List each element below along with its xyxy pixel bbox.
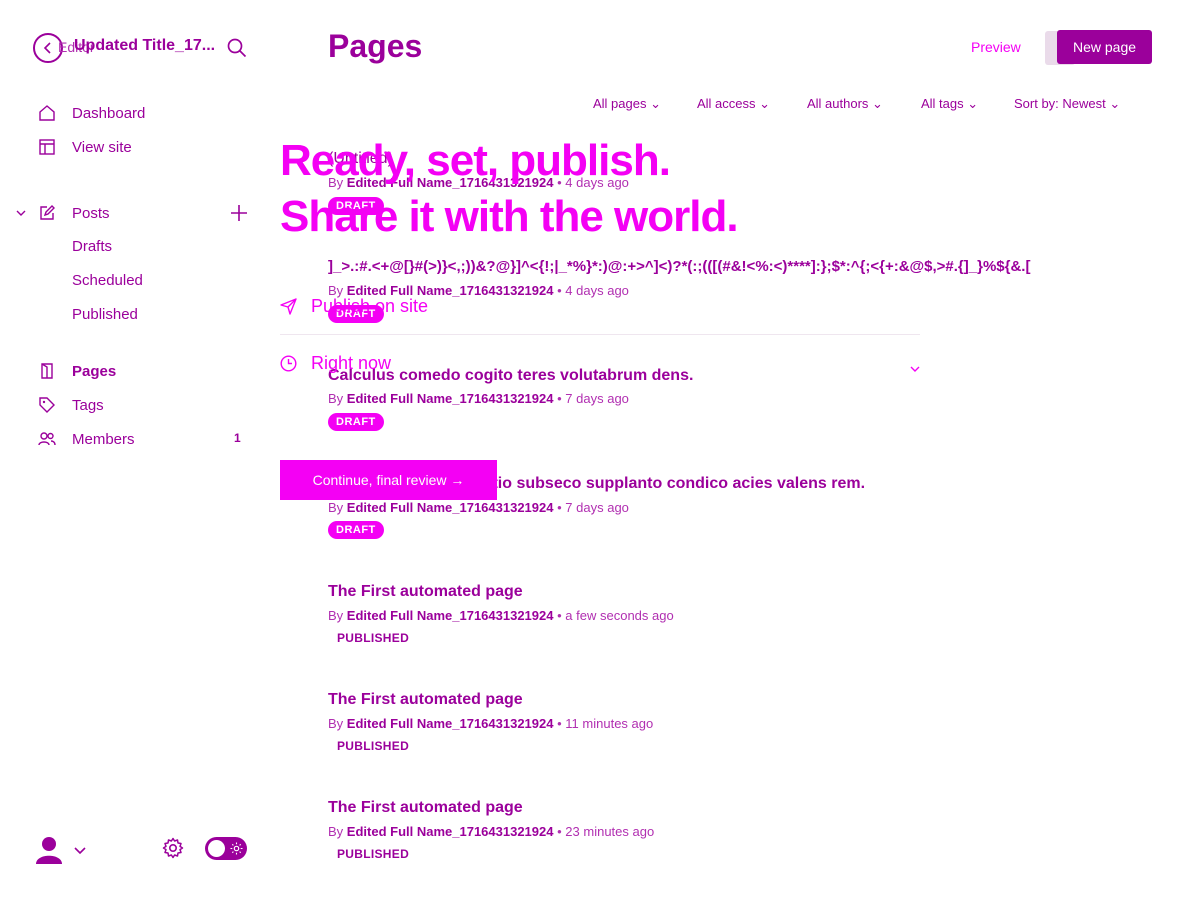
filter-all-authors[interactable]: All authors ⌄	[807, 96, 883, 112]
sidebar-item-label: Posts	[72, 204, 110, 222]
sidebar-item-dashboard[interactable]: Dashboard	[38, 104, 145, 122]
sidebar-item-label: View site	[72, 138, 132, 156]
clock-icon	[280, 355, 297, 372]
new-page-button[interactable]: New page	[1057, 30, 1152, 64]
chevron-down-icon[interactable]	[15, 208, 27, 218]
filter-all-pages[interactable]: All pages ⌄	[593, 96, 661, 112]
toggle-knob	[208, 840, 225, 857]
publish-time-option[interactable]: Right now	[280, 353, 391, 374]
page-row-title[interactable]: The First automated page	[328, 799, 523, 817]
filter-all-tags[interactable]: All tags ⌄	[921, 96, 978, 112]
chevron-down-icon[interactable]	[909, 364, 921, 374]
page-row-title[interactable]: The First automated page	[328, 583, 523, 601]
publish-headline-1: Ready, set, publish.	[280, 136, 671, 185]
page-title: Pages	[328, 28, 423, 64]
search-icon	[227, 38, 247, 58]
sidebar-item-tags[interactable]: Tags	[38, 396, 104, 414]
sidebar-item-published[interactable]: Published	[72, 306, 138, 323]
theme-toggle[interactable]	[205, 837, 247, 860]
publish-time-label: Right now	[311, 353, 392, 373]
search-button[interactable]	[227, 38, 247, 58]
publish-on-label: Publish on site	[311, 296, 429, 316]
sidebar-item-view-site[interactable]: View site	[38, 138, 132, 156]
house-icon	[39, 105, 55, 121]
editor-title: Updated Title_17...	[74, 37, 216, 54]
page-icon	[41, 363, 53, 379]
continue-button[interactable]: Continue, final review →	[280, 460, 497, 500]
page-row-meta: By Edited Full Name_1716431321924 • a fe…	[328, 608, 674, 623]
page-row-title[interactable]: ]_>.:#.<+@[}#(>)}<,;))&?@}]^<{!;|_*%}*:)…	[328, 258, 1030, 275]
status-badge: PUBLISHED	[337, 631, 410, 645]
overlay-divider	[280, 334, 920, 335]
sort-dropdown[interactable]: Sort by: Newest ⌄	[1014, 96, 1120, 112]
sidebar-item-posts[interactable]: Posts	[38, 204, 110, 222]
continue-label: Continue, final review →	[312, 472, 465, 488]
new-page-label: New page	[1072, 39, 1137, 55]
sidebar-item-label: Members	[72, 430, 135, 448]
sidebar-item-scheduled[interactable]: Scheduled	[72, 272, 143, 289]
sun-icon	[230, 842, 243, 855]
sidebar-item-members[interactable]: Members	[38, 430, 135, 448]
layout-icon	[39, 139, 55, 155]
sidebar-item-pages[interactable]: Pages	[38, 362, 116, 380]
publish-headline-2: Share it with the world.	[280, 192, 739, 241]
page-row-meta: By Edited Full Name_1716431321924 • 11 m…	[328, 716, 654, 731]
preview-button[interactable]: Preview	[971, 39, 1021, 55]
status-badge: DRAFT	[328, 521, 384, 539]
sidebar-item-label: Tags	[72, 396, 104, 414]
status-badge: DRAFT	[328, 413, 384, 431]
user-menu[interactable]	[35, 835, 87, 865]
sidebar-item-drafts[interactable]: Drafts	[72, 238, 112, 255]
avatar-icon	[36, 837, 62, 864]
page-row-meta: By Edited Full Name_1716431321924 • 23 m…	[328, 824, 655, 839]
send-icon	[280, 298, 297, 315]
page-row-meta: By Edited Full Name_1716431321924 • 7 da…	[328, 500, 629, 515]
status-badge: PUBLISHED	[337, 739, 410, 753]
filter-all-access[interactable]: All access ⌄	[697, 96, 770, 112]
pencil-square-icon	[40, 205, 55, 220]
gear-icon[interactable]	[162, 837, 184, 859]
members-icon	[38, 432, 56, 446]
sidebar-item-label: Pages	[72, 362, 117, 380]
add-post-icon[interactable]	[230, 204, 248, 222]
page-row-title[interactable]: The First automated page	[328, 691, 523, 709]
status-badge: PUBLISHED	[337, 847, 410, 861]
chevron-down-icon	[74, 847, 86, 855]
publish-on-option[interactable]: Publish on site	[280, 296, 428, 317]
page-row-meta: By Edited Full Name_1716431321924 • 7 da…	[328, 391, 629, 406]
tag-icon	[39, 397, 55, 413]
members-count: 1	[234, 431, 241, 445]
sidebar-item-label: Dashboard	[72, 104, 146, 122]
